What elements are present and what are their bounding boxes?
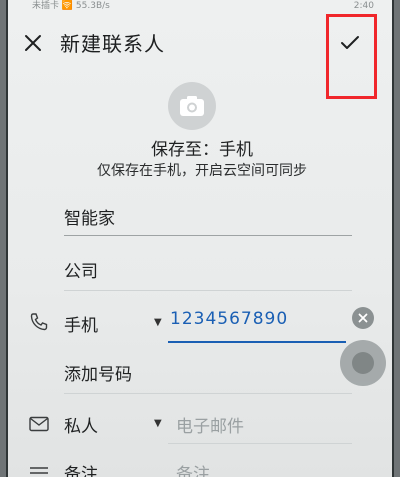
add-number-field[interactable]: 添加号码 bbox=[64, 360, 352, 390]
close-icon bbox=[25, 35, 41, 51]
save-location-note: 仅保存在手机，开启云空间可同步 bbox=[97, 163, 307, 179]
email-underline bbox=[168, 443, 352, 444]
name-underline bbox=[64, 235, 352, 236]
name-value: 智能家 bbox=[64, 209, 115, 229]
highlight-box bbox=[326, 14, 377, 99]
company-label: 公司 bbox=[64, 262, 98, 282]
company-field[interactable]: 公司 bbox=[64, 257, 352, 287]
phone-icon bbox=[30, 313, 48, 331]
notes-type-label[interactable]: 备注 bbox=[64, 460, 98, 477]
floating-button-core bbox=[352, 352, 374, 374]
phone-screen: 未插卡 🛜 55.3B/s 2:40 新建联系人 保存至：手机 仅保存在手机，开… bbox=[6, 0, 394, 477]
notes-input[interactable]: 备注 bbox=[176, 460, 210, 477]
add-photo-button[interactable] bbox=[168, 82, 216, 130]
phone-type-label[interactable]: 手机 bbox=[64, 311, 98, 336]
phone-underline bbox=[168, 341, 346, 343]
email-row-icon bbox=[28, 415, 50, 433]
phone-number-input[interactable]: 1234567890 bbox=[170, 309, 288, 329]
email-type-label[interactable]: 私人 bbox=[64, 412, 98, 437]
phone-row-icon bbox=[28, 311, 50, 333]
status-bar: 未插卡 🛜 55.3B/s 2:40 bbox=[26, 0, 374, 12]
name-field[interactable]: 智能家 bbox=[64, 204, 352, 234]
camera-icon bbox=[180, 96, 204, 116]
add-number-underline bbox=[64, 393, 352, 394]
phone-type-dropdown-icon[interactable]: ▼ bbox=[154, 317, 162, 328]
notes-icon bbox=[30, 467, 48, 474]
clear-icon bbox=[358, 313, 368, 323]
status-time: 2:40 bbox=[353, 1, 374, 11]
notes-row-icon bbox=[28, 466, 50, 477]
clear-phone-button[interactable] bbox=[352, 307, 374, 329]
add-number-label: 添加号码 bbox=[64, 365, 132, 385]
status-carrier: 未插卡 🛜 55.3B/s bbox=[32, 1, 110, 11]
close-button[interactable] bbox=[18, 28, 48, 58]
company-underline bbox=[64, 290, 352, 291]
save-location-label[interactable]: 保存至：手机 bbox=[8, 135, 392, 160]
page-title: 新建联系人 bbox=[60, 32, 165, 56]
email-type-dropdown-icon[interactable]: ▼ bbox=[154, 418, 162, 429]
email-icon bbox=[29, 416, 49, 432]
email-input[interactable]: 电子邮件 bbox=[176, 412, 244, 437]
